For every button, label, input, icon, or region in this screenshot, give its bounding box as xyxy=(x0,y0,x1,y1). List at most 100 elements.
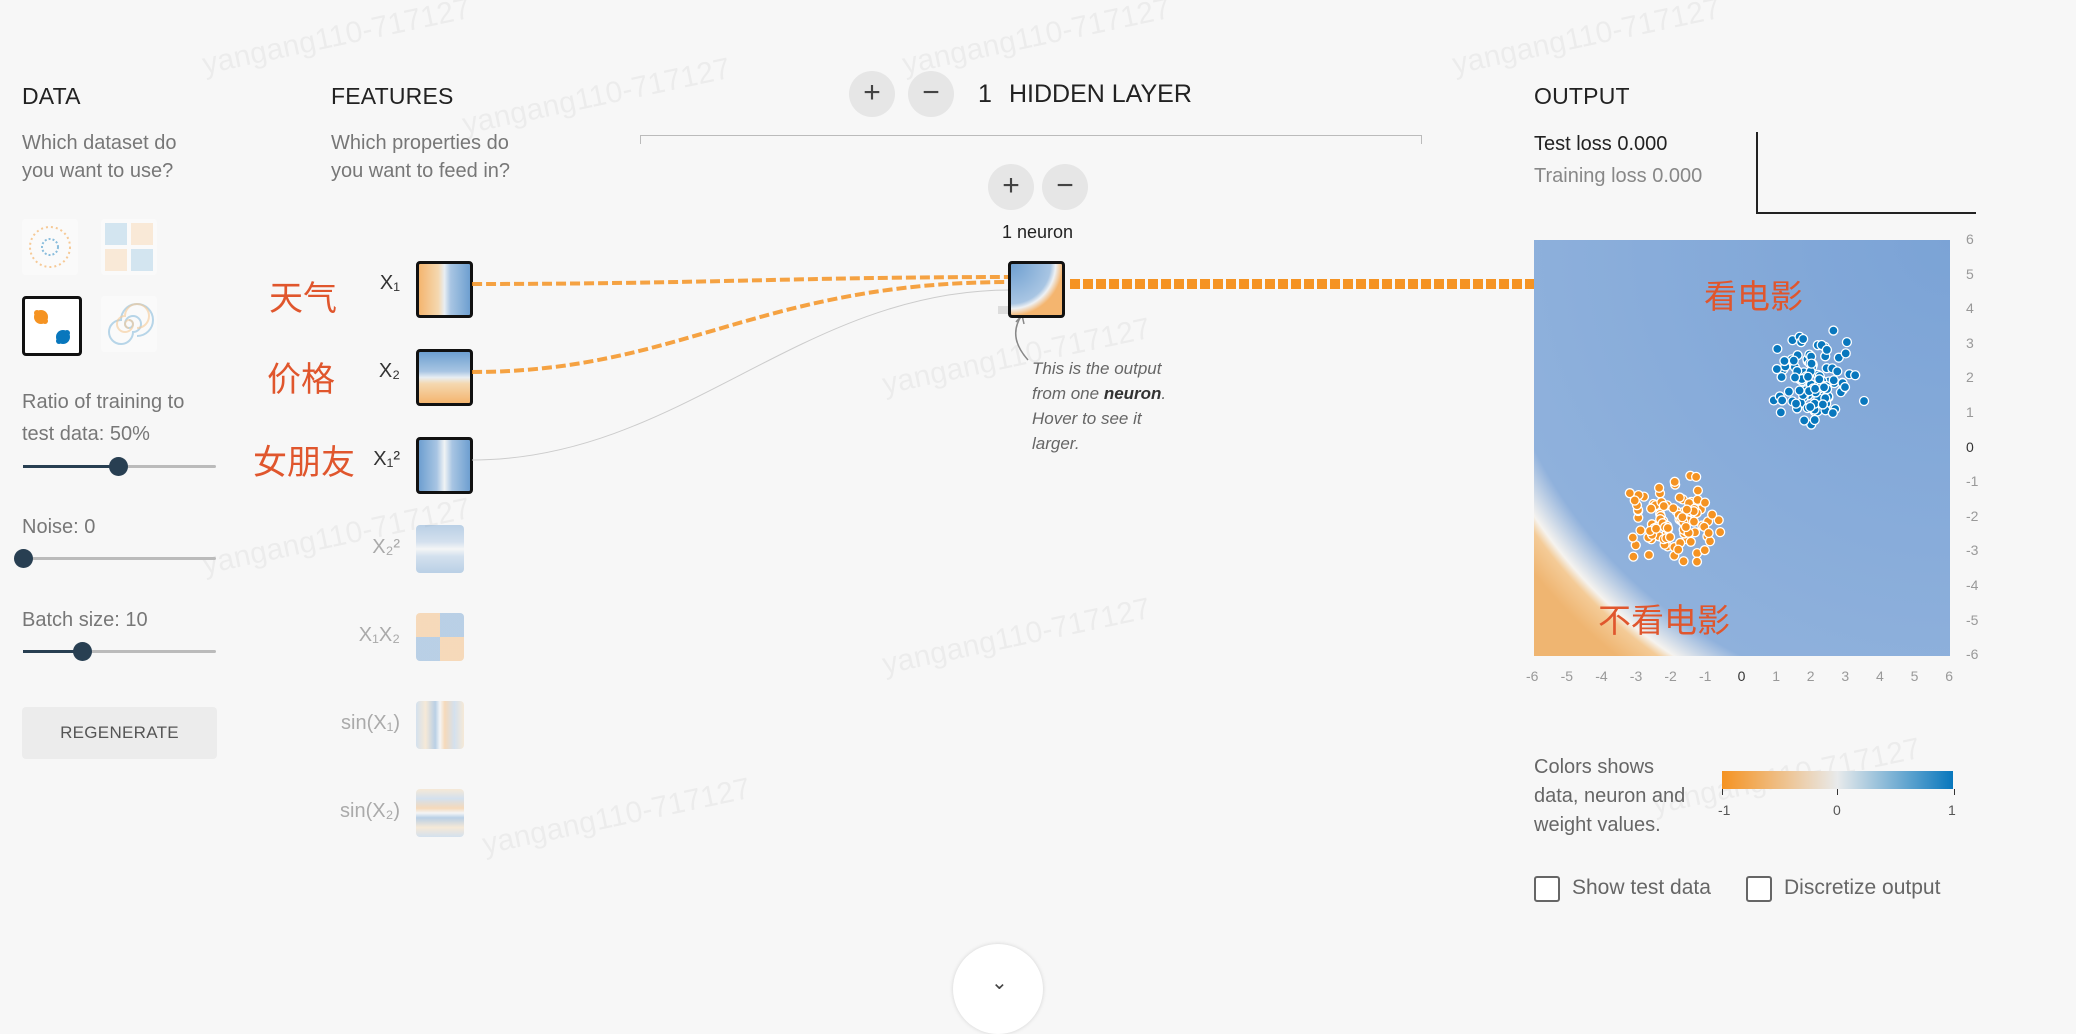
x-tick-label: 2 xyxy=(1806,668,1815,684)
y-tick-label: 4 xyxy=(1966,300,1974,317)
data-point xyxy=(1777,395,1788,406)
data-point xyxy=(1797,333,1809,345)
data-point xyxy=(1677,512,1688,523)
legend-label-pos: 1 xyxy=(1948,802,1956,818)
data-point xyxy=(1858,395,1870,407)
data-point xyxy=(1706,509,1718,520)
data-point xyxy=(1789,372,1801,383)
data-point xyxy=(1685,536,1696,547)
y-tick-label: -1 xyxy=(1966,473,1979,490)
remove-layer-button[interactable]: − xyxy=(908,71,954,117)
loss-chart xyxy=(1756,132,1976,214)
show-test-data-checkbox[interactable] xyxy=(1534,876,1560,902)
region-label-not-watch-movie: 不看电影 xyxy=(1598,602,1730,639)
neuron-count-label: 1 neuron xyxy=(1002,222,1074,242)
region-label-watch-movie: 看电影 xyxy=(1704,278,1803,315)
data-point xyxy=(1776,371,1787,383)
x-tick-label: -1 xyxy=(1699,668,1712,684)
data-point xyxy=(1809,383,1821,394)
x-tick-label: 5 xyxy=(1910,668,1919,684)
expand-button[interactable]: ⌄ xyxy=(953,944,1043,1034)
x-tick-label: -4 xyxy=(1595,668,1608,684)
data-point xyxy=(1629,495,1640,506)
data-point xyxy=(1674,492,1685,503)
data-point xyxy=(1788,355,1799,366)
data-point xyxy=(1688,516,1700,527)
data-point xyxy=(1805,401,1816,413)
data-point xyxy=(1692,485,1704,496)
data-point xyxy=(1664,531,1676,543)
data-point xyxy=(1691,471,1702,483)
y-tick-label: 5 xyxy=(1966,265,1974,282)
test-loss: Test loss 0.000 xyxy=(1534,133,1668,155)
x-tick-label: -3 xyxy=(1629,668,1643,684)
x-tick-label: 1 xyxy=(1772,668,1780,684)
add-neuron-button[interactable]: + xyxy=(988,164,1034,210)
data-point xyxy=(1818,382,1830,393)
data-point xyxy=(1704,536,1716,547)
data-point xyxy=(1650,523,1662,534)
link-x2-neuron[interactable] xyxy=(471,280,1011,374)
data-point xyxy=(1703,527,1714,539)
discretize-output-checkbox[interactable] xyxy=(1746,876,1772,902)
link-x1-neuron[interactable] xyxy=(471,275,1011,286)
data-point xyxy=(1653,482,1665,493)
y-tick-label: -4 xyxy=(1966,577,1979,593)
data-point xyxy=(1678,556,1689,567)
data-point xyxy=(1790,398,1802,409)
data-point xyxy=(1627,532,1638,543)
data-point xyxy=(1809,414,1820,426)
data-point xyxy=(1828,325,1839,336)
y-tick-label: 1 xyxy=(1966,404,1974,420)
data-point xyxy=(1635,525,1646,536)
y-tick-label: -2 xyxy=(1966,507,1979,524)
data-point xyxy=(1840,348,1851,359)
data-point xyxy=(1673,544,1684,555)
data-point xyxy=(1658,500,1669,512)
remove-neuron-button[interactable]: − xyxy=(1042,164,1088,210)
data-point xyxy=(1794,385,1805,396)
data-point xyxy=(1668,503,1679,514)
data-point xyxy=(1802,371,1814,382)
y-tick-label: -5 xyxy=(1966,611,1979,628)
show-test-data-label[interactable]: Show test data xyxy=(1572,876,1711,900)
data-point xyxy=(1628,551,1639,562)
data-point xyxy=(1832,366,1843,377)
data-point xyxy=(1691,556,1703,567)
y-tick-label: -3 xyxy=(1966,542,1979,559)
link-x1-squared-neuron[interactable] xyxy=(471,289,1011,461)
data-point xyxy=(1839,381,1851,393)
training-loss: Training loss 0.000 xyxy=(1534,165,1703,187)
data-point xyxy=(1669,476,1680,487)
data-point xyxy=(1799,415,1810,426)
legend-ticks xyxy=(1722,789,1955,795)
data-point xyxy=(1645,503,1657,514)
legend-mid-tick xyxy=(1837,789,1838,795)
chevron-down-icon: ⌄ xyxy=(991,972,1008,994)
data-point xyxy=(1817,399,1828,410)
data-point xyxy=(1714,527,1726,538)
x-tick-label: 4 xyxy=(1876,668,1884,684)
data-point xyxy=(1806,358,1817,369)
data-point xyxy=(1643,549,1655,561)
y-tick-label: 6 xyxy=(1966,231,1974,247)
y-tick-label: 3 xyxy=(1966,334,1974,351)
data-point xyxy=(1850,370,1861,381)
data-point xyxy=(1662,522,1673,534)
data-point xyxy=(1772,343,1783,355)
x-tick-label: -6 xyxy=(1526,668,1539,684)
hidden-neuron[interactable] xyxy=(1008,261,1065,318)
legend-label-zero: 0 xyxy=(1833,802,1841,818)
data-point xyxy=(1699,497,1711,508)
output-title: OUTPUT xyxy=(1534,83,1630,109)
add-layer-button[interactable]: + xyxy=(849,71,895,117)
y-tick-label: -6 xyxy=(1966,646,1979,663)
data-point xyxy=(1827,407,1839,419)
discretize-output-label[interactable]: Discretize output xyxy=(1784,876,1940,900)
layer-count: 1 xyxy=(978,80,992,108)
color-legend-bar xyxy=(1722,771,1953,789)
x-tick-label: 6 xyxy=(1945,668,1953,684)
data-point xyxy=(1699,545,1710,556)
x-tick-label: -2 xyxy=(1664,668,1677,684)
x-tick-label: 3 xyxy=(1841,668,1850,684)
